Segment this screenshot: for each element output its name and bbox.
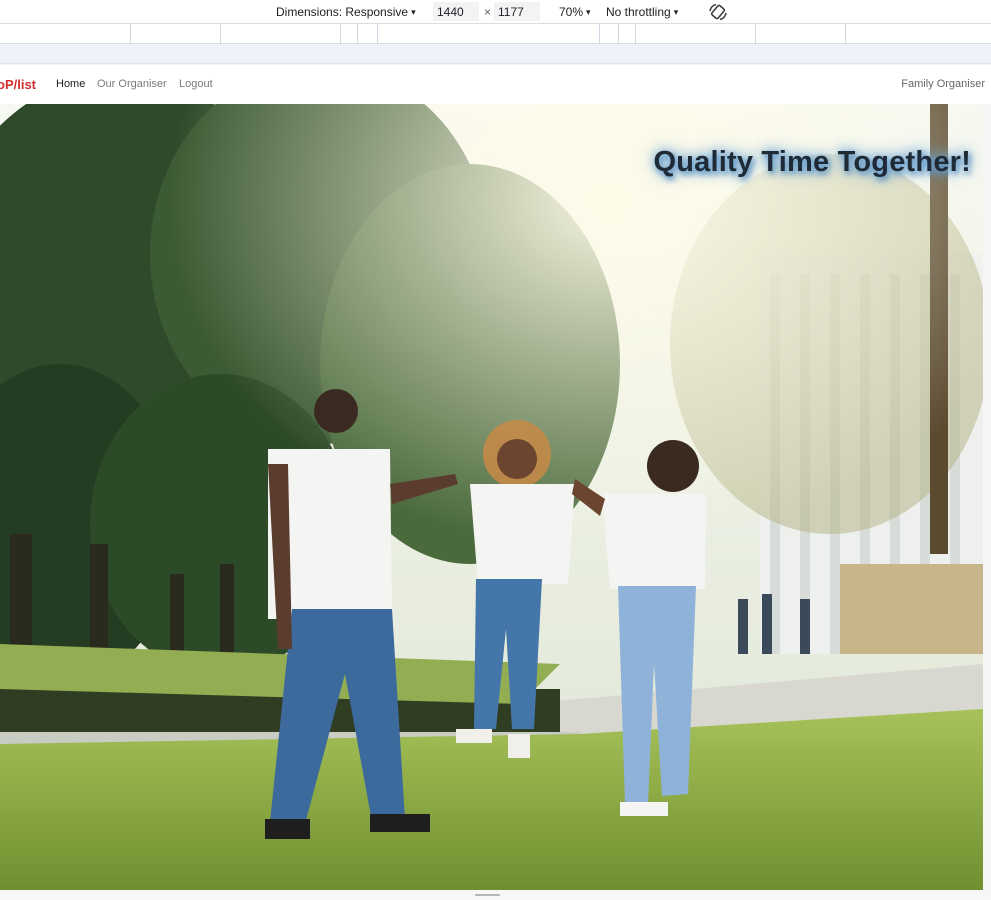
- zoom-dropdown[interactable]: 70% ▾: [559, 0, 591, 24]
- hero-family-photo: [0, 104, 983, 890]
- zoom-label: 70%: [559, 5, 584, 19]
- media-query-ruler[interactable]: [0, 24, 991, 44]
- nav-family-organiser[interactable]: Family Organiser: [901, 78, 985, 90]
- mq-divider: [618, 24, 619, 44]
- mq-divider: [845, 24, 846, 44]
- mq-divider: [130, 24, 131, 44]
- nav-link-logout[interactable]: Logout: [179, 78, 213, 90]
- mq-divider: [220, 24, 221, 44]
- chevron-down-icon: ▾: [586, 7, 591, 17]
- resize-handle[interactable]: [475, 894, 500, 896]
- throttling-dropdown[interactable]: No throttling ▾: [606, 0, 678, 24]
- chevron-down-icon: ▾: [673, 7, 679, 17]
- nav-link-our-organiser[interactable]: Our Organiser: [97, 78, 167, 90]
- device-ruler: [0, 44, 991, 64]
- mq-divider: [635, 24, 636, 44]
- viewport-resize-bar: [0, 890, 991, 900]
- chevron-down-icon: ▾: [411, 7, 416, 17]
- site-navbar: oP/list Home Our Organiser Logout Family…: [0, 65, 991, 104]
- page-scrollbar[interactable]: [983, 104, 991, 890]
- times-separator: ×: [484, 5, 492, 19]
- nav-link-home[interactable]: Home: [56, 78, 85, 90]
- mq-divider: [377, 24, 378, 44]
- width-input[interactable]: 1440: [433, 2, 479, 21]
- mq-divider: [755, 24, 756, 44]
- devtools-device-toolbar: Dimensions: Responsive ▾ 1440 × 1177 70%…: [0, 0, 991, 24]
- dimensions-label: Dimensions: Responsive: [276, 5, 409, 19]
- mq-divider: [357, 24, 358, 44]
- mq-divider: [599, 24, 600, 44]
- site-brand[interactable]: oP/list: [0, 77, 36, 92]
- hero-title: Quality Time Together!: [653, 146, 971, 178]
- emulated-viewport: oP/list Home Our Organiser Logout Family…: [0, 65, 991, 890]
- rotate-icon[interactable]: [707, 2, 729, 22]
- dimensions-dropdown[interactable]: Dimensions: Responsive ▾: [276, 0, 416, 24]
- hero-banner: Quality Time Together!: [0, 104, 983, 890]
- height-input[interactable]: 1177: [494, 2, 540, 21]
- mq-divider: [340, 24, 341, 44]
- throttling-label: No throttling: [606, 5, 671, 19]
